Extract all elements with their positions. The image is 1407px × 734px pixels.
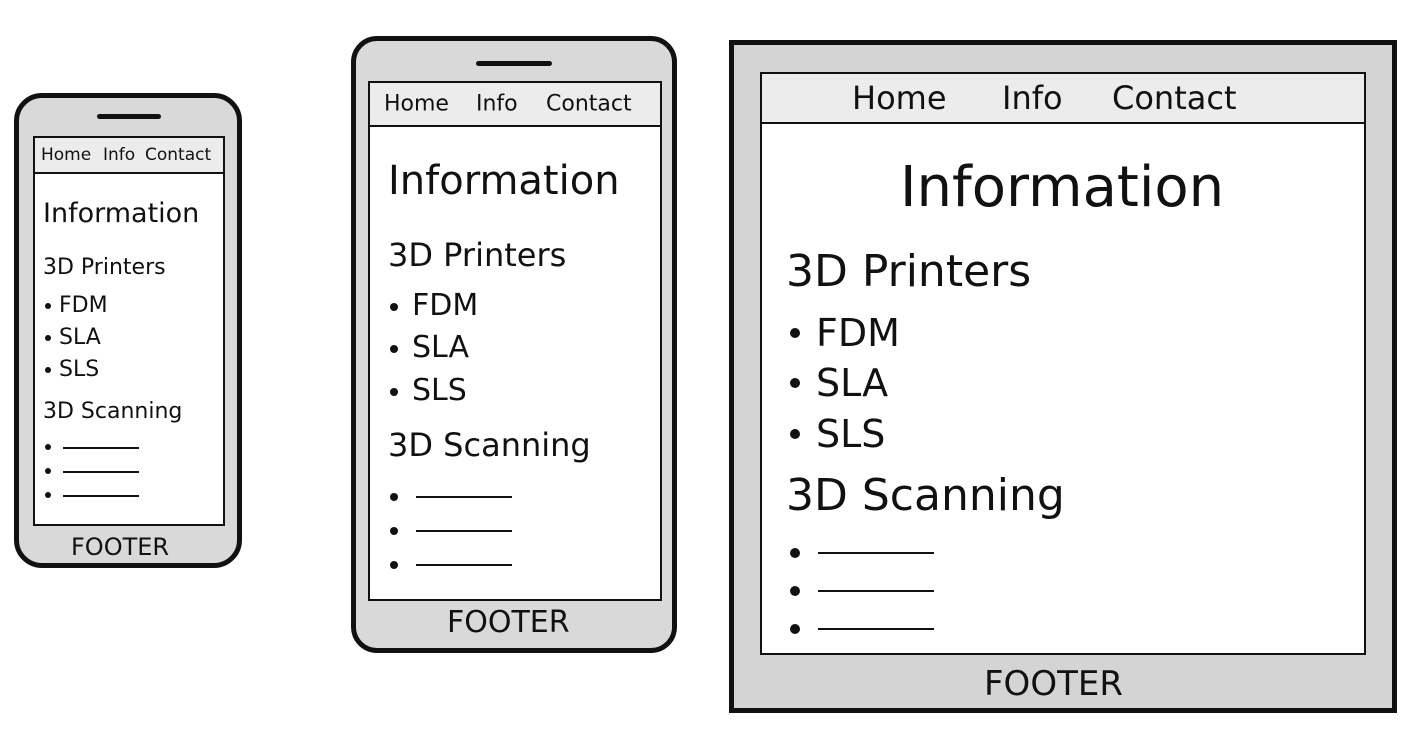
bullet-dot (45, 367, 51, 373)
bullet-dot (45, 492, 51, 498)
page-title: Information (43, 198, 200, 229)
placeholder-line (63, 495, 139, 497)
list-item-fdm: FDM (816, 311, 900, 355)
nav-link-info[interactable]: Info (1002, 79, 1063, 117)
tablet-navbar: Home Info Contact (370, 83, 660, 127)
nav-link-home[interactable]: Home (384, 92, 449, 117)
placeholder-line (416, 530, 512, 532)
nav-link-contact[interactable]: Contact (546, 92, 632, 117)
section-heading-3d-printers: 3D Printers (388, 236, 567, 274)
tablet-mockup: Home Info Contact Information 3D Printer… (351, 36, 677, 653)
phone-speaker (97, 114, 161, 119)
footer: FOOTER (447, 605, 570, 640)
placeholder-line (416, 496, 512, 498)
nav-link-home[interactable]: Home (852, 79, 947, 117)
list-item-fdm: FDM (412, 288, 479, 323)
phone-screen: Home Info Contact Information 3D Printer… (33, 136, 225, 526)
list-item-sls: SLS (59, 357, 100, 382)
nav-link-info[interactable]: Info (103, 145, 135, 165)
bullet-dot (45, 444, 51, 450)
section-heading-3d-scanning: 3D Scanning (43, 399, 183, 424)
bullet-dot (45, 468, 51, 474)
placeholder-line (818, 552, 934, 554)
placeholder-line (818, 628, 934, 630)
section-heading-3d-printers: 3D Printers (786, 246, 1032, 297)
bullet-dot (790, 328, 800, 338)
bullet-dot (790, 624, 800, 634)
list-item-fdm: FDM (59, 293, 108, 318)
nav-link-contact[interactable]: Contact (1112, 79, 1237, 117)
section-heading-3d-printers: 3D Printers (43, 255, 166, 280)
bullet-dot (790, 548, 800, 558)
desktop-screen: Home Info Contact Information 3D Printer… (760, 72, 1366, 655)
list-item-sls: SLS (412, 373, 467, 408)
tablet-speaker (476, 61, 552, 66)
footer: FOOTER (984, 664, 1123, 704)
bullet-dot (790, 429, 800, 439)
bullet-dot (390, 561, 398, 569)
bullet-dot (390, 493, 398, 501)
bullet-dot (790, 586, 800, 596)
bullet-dot (790, 378, 800, 388)
list-item-sla: SLA (816, 361, 889, 405)
placeholder-line (63, 447, 139, 449)
phone-mockup: Home Info Contact Information 3D Printer… (14, 93, 242, 568)
list-item-sla: SLA (412, 330, 469, 365)
bullet-dot (390, 303, 398, 311)
list-item-sla: SLA (59, 325, 101, 350)
desktop-mockup: Home Info Contact Information 3D Printer… (729, 40, 1397, 713)
footer: FOOTER (71, 533, 170, 561)
bullet-dot (390, 345, 398, 353)
page-title: Information (388, 158, 620, 204)
nav-link-info[interactable]: Info (476, 92, 518, 117)
bullet-dot (45, 303, 51, 309)
section-heading-3d-scanning: 3D Scanning (786, 470, 1065, 521)
section-heading-3d-scanning: 3D Scanning (388, 426, 591, 464)
placeholder-line (818, 590, 934, 592)
bullet-dot (45, 335, 51, 341)
desktop-navbar: Home Info Contact (762, 74, 1364, 124)
bullet-dot (390, 527, 398, 535)
nav-link-contact[interactable]: Contact (145, 145, 211, 165)
placeholder-line (63, 471, 139, 473)
placeholder-line (416, 564, 512, 566)
tablet-screen: Home Info Contact Information 3D Printer… (368, 81, 662, 601)
bullet-dot (390, 388, 398, 396)
nav-link-home[interactable]: Home (41, 145, 91, 165)
page-title: Information (900, 155, 1225, 220)
phone-navbar: Home Info Contact (35, 138, 223, 174)
list-item-sls: SLS (816, 412, 886, 456)
